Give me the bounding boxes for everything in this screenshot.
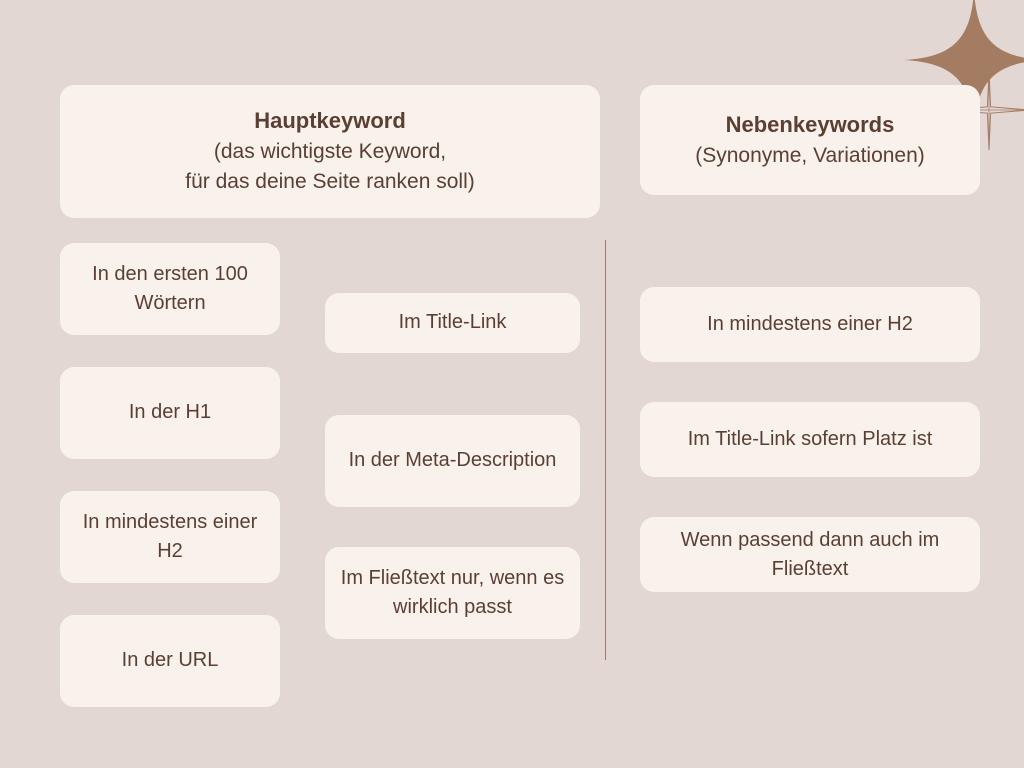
placement-label: In mindestens einer H2	[74, 508, 266, 566]
placement-label: In der URL	[122, 646, 219, 675]
placement-card: In der URL	[60, 615, 280, 707]
placement-card: In der Meta-Description	[325, 415, 580, 507]
secondary-keyword-column: Nebenkeywords (Synonyme, Variationen) In…	[600, 85, 980, 739]
placement-label: Wenn passend dann auch im Fließtext	[664, 526, 956, 584]
placement-label: In mindestens einer H2	[707, 310, 913, 339]
secondary-keyword-title: Nebenkeywords	[726, 109, 895, 141]
main-keyword-header: Hauptkeyword (das wichtigste Keyword, fü…	[60, 85, 600, 218]
secondary-keyword-subtitle: (Synonyme, Variationen)	[695, 141, 925, 171]
placement-label: In der H1	[129, 398, 211, 427]
placement-card: Im Fließtext nur, wenn es wirklich passt	[325, 547, 580, 639]
placement-card: Wenn passend dann auch im Fließtext	[640, 517, 980, 592]
placement-label: Im Title-Link sofern Platz ist	[688, 425, 933, 454]
placement-card: In mindestens einer H2	[640, 287, 980, 362]
placement-label: Im Title-Link	[399, 308, 507, 337]
main-keyword-title: Hauptkeyword	[254, 105, 406, 137]
placement-card: In der H1	[60, 367, 280, 459]
placement-label: In den ersten 100 Wörtern	[74, 260, 266, 318]
placement-label: Im Fließtext nur, wenn es wirklich passt	[339, 564, 566, 622]
main-keyword-subtitle-1: (das wichtigste Keyword,	[214, 137, 446, 167]
placement-card: Im Title-Link	[325, 293, 580, 353]
main-keyword-subtitle-2: für das deine Seite ranken soll)	[185, 167, 475, 197]
placement-card: In mindestens einer H2	[60, 491, 280, 583]
secondary-keyword-header: Nebenkeywords (Synonyme, Variationen)	[640, 85, 980, 195]
placement-label: In der Meta-Description	[349, 446, 557, 475]
diagram-container: Hauptkeyword (das wichtigste Keyword, fü…	[60, 85, 980, 739]
placement-card: Im Title-Link sofern Platz ist	[640, 402, 980, 477]
main-keyword-column: Hauptkeyword (das wichtigste Keyword, fü…	[60, 85, 600, 739]
placement-card: In den ersten 100 Wörtern	[60, 243, 280, 335]
